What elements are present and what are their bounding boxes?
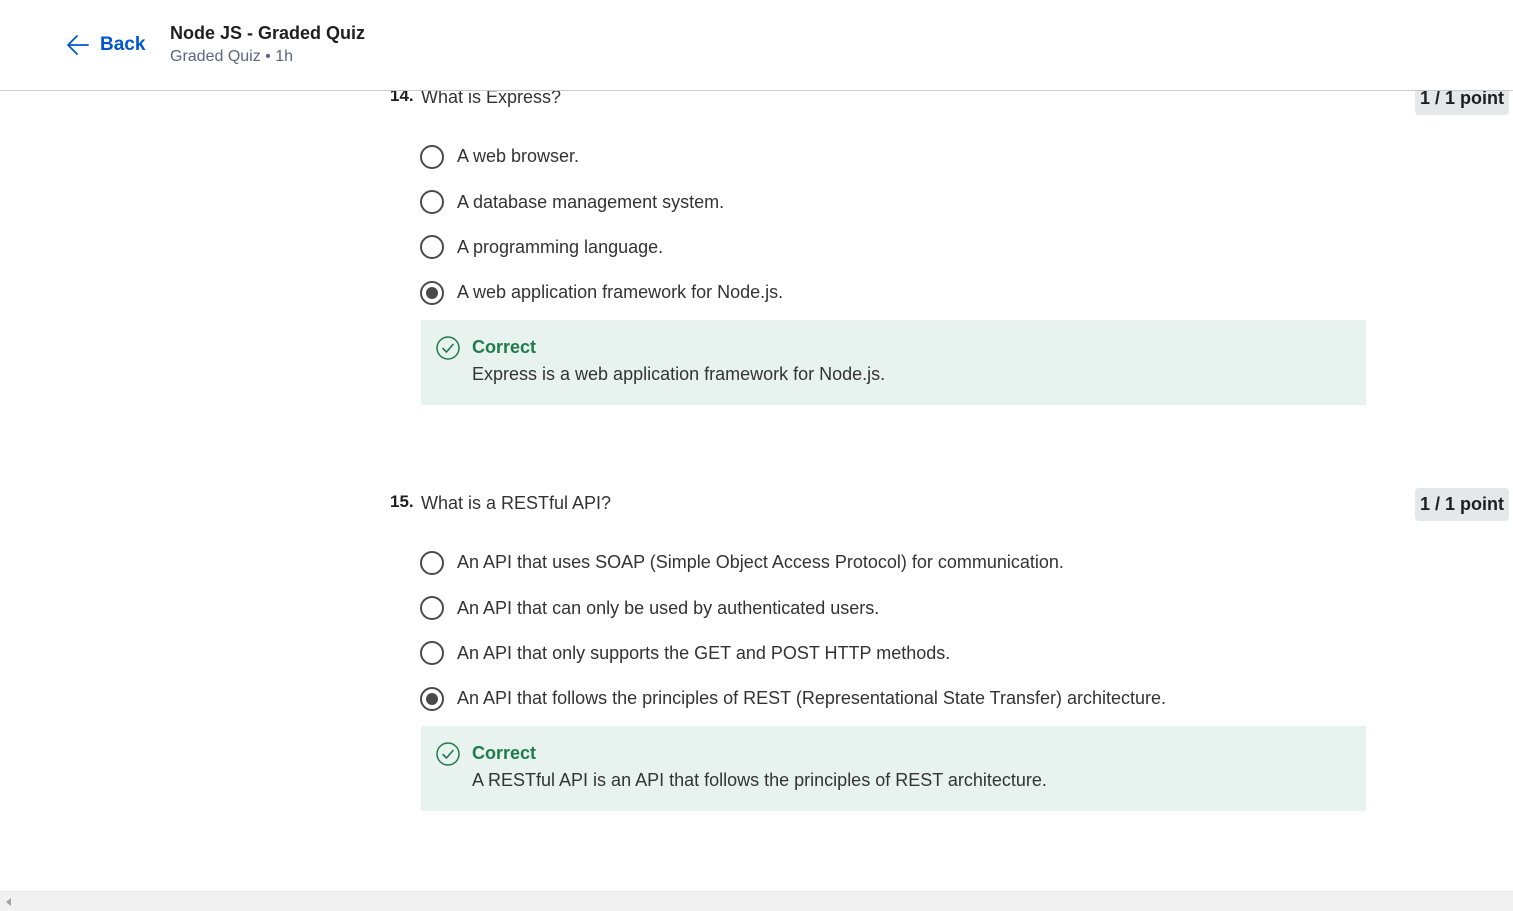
scroll-left-arrow-icon[interactable]	[6, 898, 11, 906]
option-item-selected[interactable]: A web application framework for Node.js.	[420, 270, 783, 315]
question-header: 15. What is a RESTful API? 1 / 1 point	[390, 488, 1513, 522]
option-label: An API that only supports the GET and PO…	[457, 642, 951, 663]
radio-button[interactable]	[420, 235, 444, 260]
option-item[interactable]: A database management system.	[420, 179, 783, 224]
horizontal-scrollbar[interactable]	[0, 891, 1513, 911]
option-label: A database management system.	[457, 191, 725, 212]
radio-button[interactable]	[420, 550, 444, 575]
options-list: A web browser. A database management sys…	[420, 134, 783, 316]
options-list: An API that uses SOAP (Simple Object Acc…	[420, 540, 1166, 722]
option-item[interactable]: An API that can only be used by authenti…	[420, 585, 1166, 630]
option-item[interactable]: An API that only supports the GET and PO…	[420, 631, 1166, 676]
feedback-text: A RESTful API is an API that follows the…	[472, 770, 1047, 790]
option-item-selected[interactable]: An API that follows the principles of RE…	[420, 676, 1166, 721]
radio-button-selected[interactable]	[420, 686, 444, 711]
option-label: An API that can only be used by authenti…	[457, 597, 880, 618]
title-block: Node JS - Graded Quiz Graded Quiz • 1h	[170, 22, 365, 68]
question-text: What is a RESTful API?	[421, 493, 612, 513]
feedback-status: Correct	[472, 743, 537, 763]
radio-button-selected[interactable]	[420, 280, 444, 305]
question-15: 15. What is a RESTful API? 1 / 1 point A…	[390, 488, 1513, 811]
check-circle-icon	[436, 742, 460, 771]
option-label: An API that uses SOAP (Simple Object Acc…	[457, 552, 1064, 573]
arrow-left-icon	[66, 33, 90, 57]
radio-button[interactable]	[420, 641, 444, 666]
page-subtitle: Graded Quiz • 1h	[170, 48, 293, 65]
feedback-text: Express is a web application framework f…	[472, 364, 886, 384]
feedback-correct: Correct A RESTful API is an API that fol…	[421, 726, 1366, 811]
option-label: A web browser.	[457, 146, 580, 167]
option-item[interactable]: A web browser.	[420, 134, 783, 179]
check-circle-icon	[436, 336, 460, 365]
option-item[interactable]: An API that uses SOAP (Simple Object Acc…	[420, 540, 1166, 585]
quiz-page: 14. What is Express? 1 / 1 point A web b…	[0, 0, 1513, 911]
option-item[interactable]: A programming language.	[420, 225, 783, 270]
page-title: Node JS - Graded Quiz	[170, 23, 366, 43]
radio-button[interactable]	[420, 190, 444, 215]
back-button[interactable]: Back	[66, 31, 145, 59]
back-label: Back	[100, 34, 146, 55]
option-label: An API that follows the principles of RE…	[457, 688, 1167, 709]
option-label: A web application framework for Node.js.	[457, 282, 784, 303]
question-number: 15.	[390, 492, 414, 511]
feedback-correct: Correct Express is a web application fra…	[421, 320, 1366, 405]
radio-button[interactable]	[420, 144, 444, 169]
option-label: A programming language.	[457, 236, 664, 257]
points-badge: 1 / 1 point	[1414, 488, 1509, 521]
radio-button[interactable]	[420, 596, 444, 621]
feedback-status: Correct	[472, 337, 537, 357]
top-header: Back Node JS - Graded Quiz Graded Quiz •…	[0, 0, 1513, 91]
